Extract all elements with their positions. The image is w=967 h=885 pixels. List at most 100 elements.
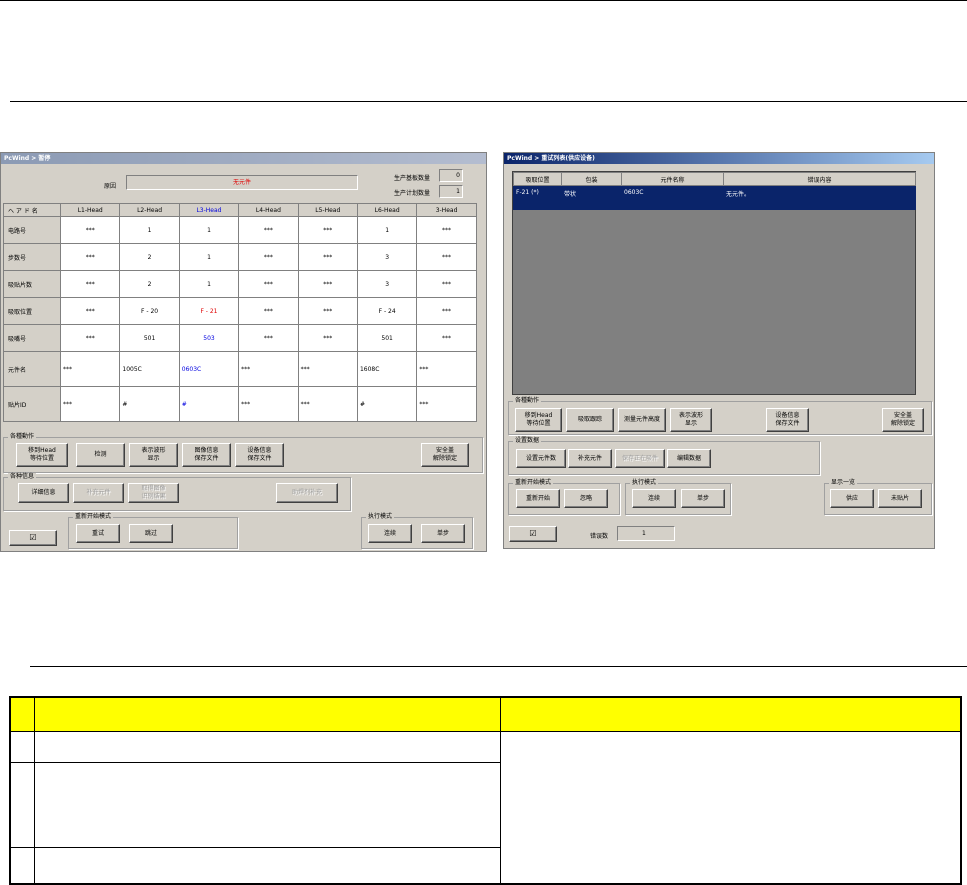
prod-count-label: 生产基板数量	[394, 175, 431, 182]
table-cell: 无元件。	[723, 185, 916, 210]
head-column-header: L4-Head	[238, 203, 299, 217]
header-cell-item	[33, 696, 501, 732]
retry-list[interactable]: 吸取位置 包装 元件名称 错误内容 F-21 (*) 带状 0603C 无元件。	[512, 171, 916, 395]
row-header: 电路号	[3, 216, 61, 244]
header-cell-no	[9, 696, 35, 732]
waveform-button[interactable]: 表示波形 显示	[129, 443, 178, 467]
prod-count-value: 0	[456, 172, 460, 179]
right-exec-label: 执行模式	[630, 479, 659, 487]
table-cell: ***	[59, 216, 121, 244]
table-cell: 1	[356, 216, 418, 244]
row-header: 步数号	[3, 243, 61, 271]
right-actions-label: 各種動作	[513, 397, 542, 405]
merged-desc-cell	[499, 730, 962, 885]
ignore-button[interactable]: 忽略	[564, 489, 608, 508]
column-header[interactable]: 元件名称	[621, 172, 724, 186]
right-restart-label: 重新开始模式	[513, 479, 554, 487]
head-info-table: ヘ ア ド 名 L1-Head L2-Head L3-Head L4-Head L5-He…	[3, 203, 477, 422]
inspect-button[interactable]: 检测	[76, 443, 125, 467]
table-cell: ***	[297, 297, 358, 325]
table-cell: ***	[416, 243, 477, 271]
table-cell: ***	[59, 324, 121, 352]
checkbox-icon: ☑	[29, 533, 37, 542]
display-unplaced-button[interactable]: 未贴片	[878, 489, 922, 508]
head-column-header: L2-Head	[119, 203, 180, 217]
pick-tracking-button[interactable]: 吸取跟踪	[566, 408, 614, 432]
detail-info-button[interactable]: 详细信息	[18, 483, 69, 503]
supply-parts-button[interactable]: 补充元件	[568, 449, 612, 468]
device-save-button[interactable]: 设备信息 保存文件	[235, 443, 284, 467]
table-cell: ***	[297, 243, 358, 271]
table-row: 吸贴片数 *** 2 1 *** *** 3 ***	[3, 270, 477, 298]
table-cell: 1	[178, 243, 240, 271]
continuous-button[interactable]: 连续	[368, 524, 412, 543]
right-display-label: 显示一览	[829, 479, 858, 487]
table-row: 步数号 *** 2 1 *** *** 3 ***	[3, 243, 477, 271]
table-row[interactable]: F-21 (*) 带状 0603C 无元件。	[513, 185, 916, 210]
safety-cover-unlock-button[interactable]: 安全盖 解除锁定	[882, 408, 924, 432]
right-settings-label: 设置数据	[513, 437, 542, 445]
waveform-button[interactable]: 表示波形 显示	[670, 408, 712, 432]
safety-cover-unlock-button[interactable]: 安全盖 解除锁定	[421, 443, 469, 467]
table-cell: 3	[356, 270, 418, 298]
left-restart-label: 重新开始模式	[73, 513, 114, 521]
pause-window-title: PcWind > 暂停	[1, 153, 486, 164]
row-header: 吸嘴号	[3, 324, 61, 352]
table-cell: 501	[356, 324, 418, 352]
skip-button[interactable]: 跳过	[129, 524, 173, 543]
flux-supply-button[interactable]: 助焊剂补充	[276, 483, 338, 503]
table-cell: ***	[59, 243, 121, 271]
move-head-wait-button[interactable]: 移到Head 等待位置	[515, 408, 562, 432]
reason-label: 原因	[104, 183, 117, 190]
column-header[interactable]: 错误内容	[723, 172, 916, 186]
left-actions-label: 各種動作	[8, 433, 37, 441]
device-save-button[interactable]: 设备信息 保存文件	[766, 408, 809, 432]
get-image-result-button[interactable]: 取得图像 识别结果	[128, 483, 179, 503]
table-cell: ***	[416, 216, 477, 244]
corner-cell: ヘ ア ド 名	[3, 203, 61, 217]
prod-count-field: 0	[439, 169, 463, 182]
table-cell: 503	[178, 324, 240, 352]
table-row: 贴片ID *** # # *** *** # ***	[3, 386, 477, 422]
left-exec-label: 执行模式	[366, 513, 395, 521]
table-cell: F - 20	[119, 297, 180, 325]
edit-data-button[interactable]: 编辑数据	[667, 449, 711, 468]
table-cell: 3	[356, 243, 418, 271]
row-header: 吸取位置	[3, 297, 61, 325]
right-checkbox-button[interactable]: ☑	[509, 526, 557, 542]
retry-list-window: PcWind > 重试列表(供应设备) 吸取位置 包装 元件名称 错误内容 F-21 (…	[503, 152, 935, 549]
move-head-wait-button[interactable]: 移到Head 等待位置	[16, 443, 68, 467]
single-step-button[interactable]: 单步	[421, 524, 465, 543]
row-header: 贴片ID	[3, 386, 61, 422]
table-cell: ***	[416, 297, 477, 325]
table-cell: #	[356, 386, 418, 422]
section-rule-2	[30, 666, 967, 667]
column-header[interactable]: 包装	[561, 172, 622, 186]
retry-list-table: 吸取位置 包装 元件名称 错误内容 F-21 (*) 带状 0603C 无元件。	[513, 172, 916, 210]
reason-field: 无元件	[126, 175, 358, 190]
table-cell: ***	[416, 270, 477, 298]
table-cell: ***	[238, 216, 299, 244]
column-header[interactable]: 吸取位置	[513, 172, 562, 186]
table-row: 吸嘴号 *** 501 503 *** *** 501 ***	[3, 324, 477, 352]
set-part-count-button[interactable]: 设置元件数	[516, 449, 566, 468]
display-supply-button[interactable]: 供应	[830, 489, 874, 508]
table-cell: ***	[297, 270, 358, 298]
restart-button[interactable]: 重新开始	[516, 489, 560, 508]
single-step-button[interactable]: 单步	[681, 489, 725, 508]
table-cell: ***	[59, 270, 121, 298]
supply-parts-button[interactable]: 补充元件	[73, 483, 124, 503]
measure-height-button[interactable]: 测量元件高度	[618, 408, 666, 432]
header-cell-desc	[499, 696, 962, 732]
left-checkbox-button[interactable]: ☑	[9, 530, 57, 546]
plan-count-field: 1	[439, 185, 463, 198]
table-cell: ***	[416, 351, 477, 387]
table-cell: ***	[238, 324, 299, 352]
save-picking-button[interactable]: 保存正在吸件	[615, 449, 665, 468]
image-save-button[interactable]: 图像信息 保存文件	[182, 443, 231, 467]
head-column-header: 3-Head	[416, 203, 477, 217]
head-column-header: L6-Head	[356, 203, 418, 217]
left-info-label: 各种信息	[8, 473, 37, 481]
retry-button[interactable]: 重试	[76, 524, 120, 543]
continuous-button[interactable]: 连续	[632, 489, 676, 508]
